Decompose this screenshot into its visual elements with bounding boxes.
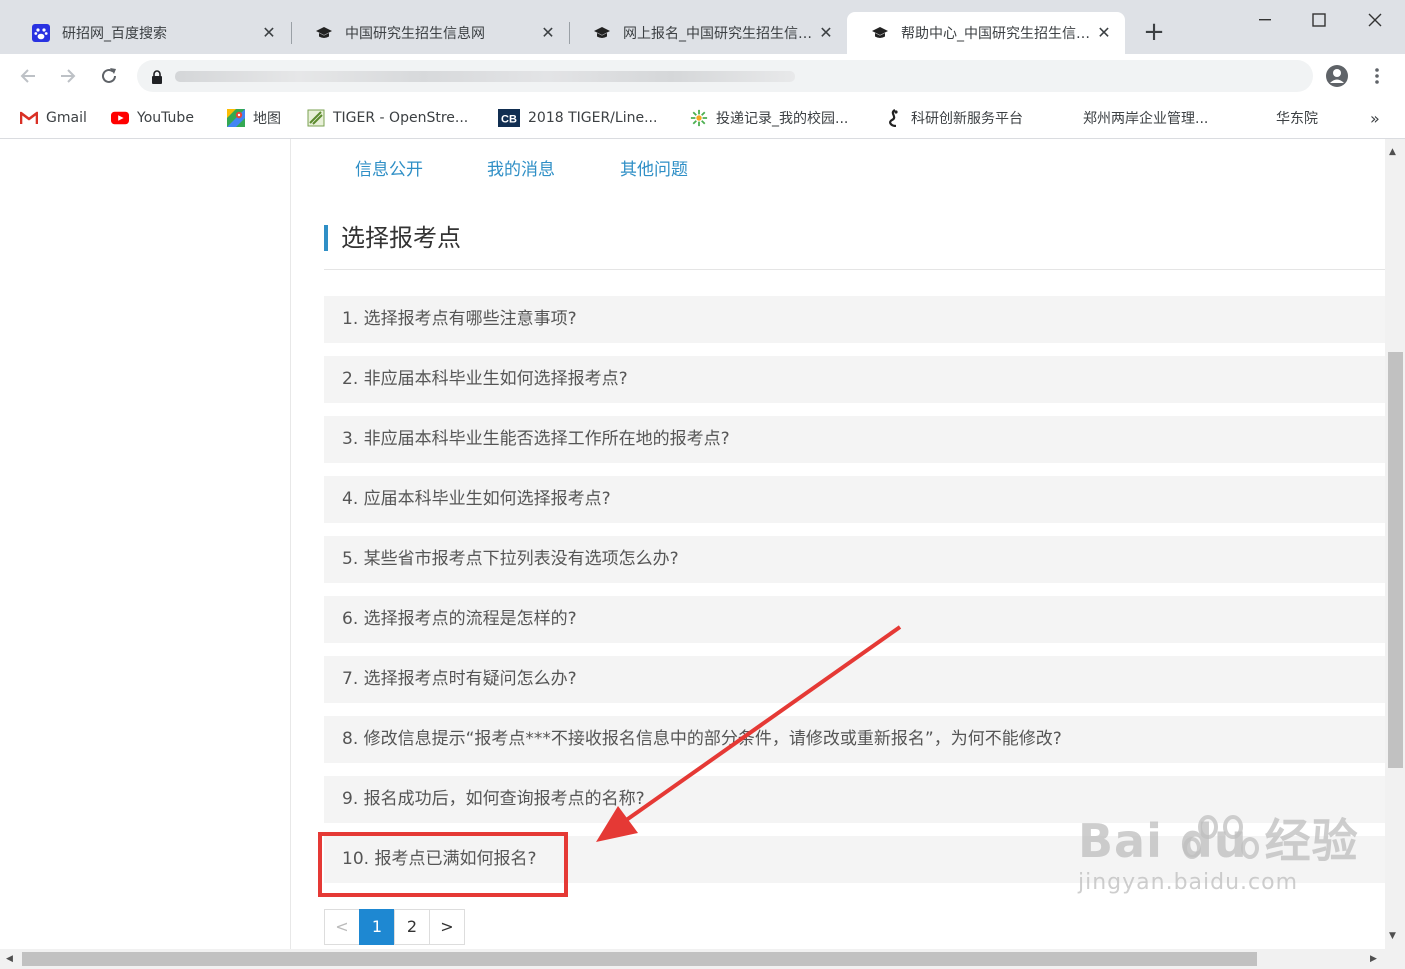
- vertical-scroll-thumb[interactable]: [1388, 352, 1403, 768]
- scroll-up-icon[interactable]: ▲: [1389, 147, 1396, 157]
- horizontal-scroll-thumb[interactable]: [22, 952, 1257, 966]
- baidu-jingyan-watermark: Bai du 经验 jingyan.baidu.com: [1078, 815, 1359, 895]
- watermark-sub: jingyan.baidu.com: [1078, 870, 1299, 895]
- watermark-main: Bai du 经验: [1078, 814, 1359, 868]
- scroll-right-icon[interactable]: ▶: [1370, 954, 1377, 964]
- scroll-down-icon[interactable]: ▼: [1389, 931, 1396, 941]
- scroll-left-icon[interactable]: ◀: [6, 954, 13, 964]
